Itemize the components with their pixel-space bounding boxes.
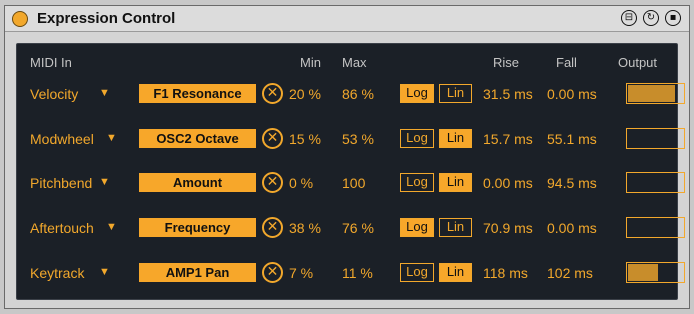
log-toggle[interactable]: Log <box>400 84 434 103</box>
destination-button[interactable]: F1 Resonance <box>139 84 256 103</box>
source-dropdown-icon[interactable]: ▼ <box>106 221 117 233</box>
fall-value[interactable]: 55.1 ms <box>547 131 597 147</box>
midi-source-label[interactable]: Aftertouch <box>30 220 94 236</box>
max-value[interactable]: 100 <box>342 175 365 191</box>
col-header-rise: Rise <box>493 55 520 70</box>
destination-button[interactable]: OSC2 Octave <box>139 129 256 148</box>
destination-button[interactable]: Amount <box>139 173 256 192</box>
lin-toggle[interactable]: Lin <box>439 173 472 192</box>
lin-toggle[interactable]: Lin <box>439 218 472 237</box>
output-meter <box>626 83 685 104</box>
col-header-min: Min <box>300 55 321 70</box>
midi-source-label[interactable]: Keytrack <box>30 265 84 281</box>
log-toggle[interactable]: Log <box>400 173 434 192</box>
source-dropdown-icon[interactable]: ▼ <box>99 87 110 99</box>
source-dropdown-icon[interactable]: ▼ <box>99 176 110 188</box>
expression-control-device: Expression Control ⊟ ↻ ▪ MIDI In Min Max… <box>4 5 690 309</box>
rise-value[interactable]: 118 ms <box>483 265 528 281</box>
device-title-bar[interactable]: Expression Control ⊟ ↻ ▪ <box>5 6 689 32</box>
min-value[interactable]: 38 % <box>289 220 321 236</box>
fall-value[interactable]: 94.5 ms <box>547 175 597 191</box>
remove-mapping-icon[interactable]: ✕ <box>262 217 283 238</box>
log-toggle[interactable]: Log <box>400 129 434 148</box>
remove-mapping-icon[interactable]: ✕ <box>262 262 283 283</box>
output-meter-fill <box>628 85 675 102</box>
rise-value[interactable]: 31.5 ms <box>483 86 533 102</box>
max-value[interactable]: 53 % <box>342 131 374 147</box>
remove-mapping-icon[interactable]: ✕ <box>262 172 283 193</box>
lin-toggle[interactable]: Lin <box>439 263 472 282</box>
save-preset-icon[interactable]: ⊟ <box>621 10 637 26</box>
hot-swap-icon[interactable]: ↻ <box>643 10 659 26</box>
min-value[interactable]: 20 % <box>289 86 321 102</box>
lin-toggle[interactable]: Lin <box>439 129 472 148</box>
output-meter <box>626 262 685 283</box>
rise-value[interactable]: 0.00 ms <box>483 175 533 191</box>
output-meter <box>626 172 685 193</box>
col-header-output: Output <box>618 55 658 70</box>
midi-source-label[interactable]: Pitchbend <box>30 175 92 191</box>
source-dropdown-icon[interactable]: ▼ <box>106 132 117 144</box>
device-title: Expression Control <box>37 10 176 27</box>
remove-mapping-icon[interactable]: ✕ <box>262 83 283 104</box>
fall-value[interactable]: 0.00 ms <box>547 86 597 102</box>
rise-value[interactable]: 15.7 ms <box>483 131 533 147</box>
destination-button[interactable]: AMP1 Pan <box>139 263 256 282</box>
source-dropdown-icon[interactable]: ▼ <box>99 266 110 278</box>
fall-value[interactable]: 102 ms <box>547 265 593 281</box>
min-value[interactable]: 7 % <box>289 265 313 281</box>
output-meter <box>626 128 685 149</box>
max-value[interactable]: 11 % <box>342 265 373 281</box>
max-value[interactable]: 86 % <box>342 86 374 102</box>
min-value[interactable]: 15 % <box>289 131 321 147</box>
fall-value[interactable]: 0.00 ms <box>547 220 597 236</box>
destination-button[interactable]: Frequency <box>139 218 256 237</box>
midi-source-label[interactable]: Modwheel <box>30 131 94 147</box>
device-save-icon[interactable]: ▪ <box>665 10 681 26</box>
expression-panel: MIDI In Min Max Rise Fall Output Velocit… <box>16 43 685 300</box>
col-header-midi-in: MIDI In <box>30 55 72 70</box>
midi-source-label[interactable]: Velocity <box>30 86 78 102</box>
rise-value[interactable]: 70.9 ms <box>483 220 533 236</box>
remove-mapping-icon[interactable]: ✕ <box>262 128 283 149</box>
col-header-fall: Fall <box>556 55 577 70</box>
max-value[interactable]: 76 % <box>342 220 374 236</box>
log-toggle[interactable]: Log <box>400 218 434 237</box>
min-value[interactable]: 0 % <box>289 175 313 191</box>
output-meter <box>626 217 685 238</box>
log-toggle[interactable]: Log <box>400 263 434 282</box>
lin-toggle[interactable]: Lin <box>439 84 472 103</box>
device-power-button[interactable] <box>12 11 28 27</box>
col-header-max: Max <box>342 55 367 70</box>
output-meter-fill <box>628 264 658 281</box>
